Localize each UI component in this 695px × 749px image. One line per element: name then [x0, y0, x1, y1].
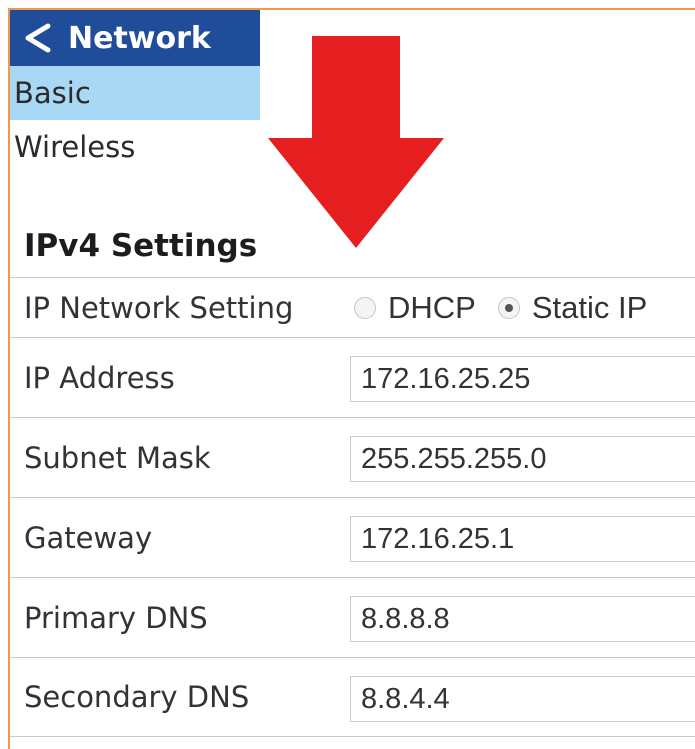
subnet-mask-row: Subnet Mask 255.255.255.0 — [10, 417, 695, 497]
static-ip-radio[interactable] — [497, 296, 520, 319]
ip-network-setting-radios: DHCP Static IP — [354, 278, 695, 337]
nav-item-label: Wireless — [14, 130, 136, 164]
ip-network-setting-row: IP Network Setting DHCP Static IP — [10, 277, 695, 337]
static-ip-label: Static IP — [531, 289, 648, 325]
nav-title: Network — [68, 20, 211, 56]
down-arrow-icon — [268, 36, 444, 248]
subnet-mask-input[interactable]: 255.255.255.0 — [350, 436, 695, 482]
primary-dns-input[interactable]: 8.8.8.8 — [350, 596, 695, 642]
static-ip-option[interactable]: Static IP — [497, 289, 648, 326]
network-nav-header[interactable]: Network — [10, 10, 260, 66]
primary-dns-label: Primary DNS — [24, 600, 208, 635]
secondary-dns-label: Secondary DNS — [24, 680, 250, 714]
primary-dns-row: Primary DNS 8.8.8.8 — [10, 577, 695, 657]
nav-item-label: Basic — [14, 76, 91, 110]
dhcp-label: DHCP — [388, 289, 476, 325]
ip-address-row: IP Address 172.16.25.25 — [10, 337, 695, 417]
gateway-label: Gateway — [24, 520, 153, 555]
subnet-mask-label: Subnet Mask — [24, 440, 211, 475]
nav-item-basic[interactable]: Basic — [10, 66, 260, 120]
secondary-dns-row: Secondary DNS 8.8.4.4 — [10, 657, 695, 737]
dhcp-option[interactable]: DHCP — [354, 290, 476, 326]
ipv4-settings-table: IP Network Setting DHCP Static IP IP Add… — [10, 277, 695, 737]
nav-item-wireless[interactable]: Wireless — [10, 120, 260, 174]
dhcp-radio[interactable] — [354, 296, 376, 319]
ip-network-setting-label: IP Network Setting — [24, 290, 294, 325]
gateway-input[interactable]: 172.16.25.1 — [350, 516, 695, 562]
ip-address-label: IP Address — [24, 360, 175, 395]
gateway-row: Gateway 172.16.25.1 — [10, 497, 695, 577]
ip-address-input[interactable]: 172.16.25.25 — [350, 356, 695, 402]
section-title: IPv4 Settings — [24, 228, 258, 264]
secondary-dns-input[interactable]: 8.8.4.4 — [350, 676, 695, 722]
chevron-left-icon[interactable] — [18, 18, 58, 58]
